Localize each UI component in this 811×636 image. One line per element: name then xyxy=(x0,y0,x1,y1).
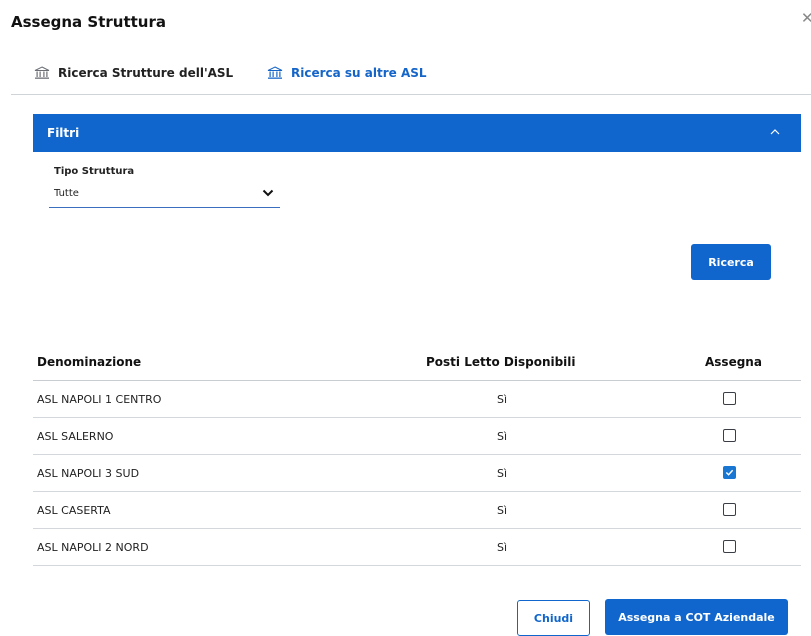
tabs-bar: Ricerca Strutture dell'ASL Ricerca su al… xyxy=(0,63,811,85)
institution-icon xyxy=(267,66,283,79)
cell-posti-letto: Sì xyxy=(497,541,508,554)
assign-checkbox[interactable] xyxy=(723,466,736,479)
cell-denominazione: ASL NAPOLI 1 CENTRO xyxy=(37,393,162,406)
tipo-struttura-select[interactable]: Tutte xyxy=(49,183,280,208)
structures-table: Denominazione Posti Letto Disponibili As… xyxy=(33,344,801,566)
cell-posti-letto: Sì xyxy=(497,467,508,480)
select-value: Tutte xyxy=(54,188,79,199)
column-header-assegna: Assegna xyxy=(705,355,762,369)
tabs-divider xyxy=(11,94,811,95)
table-row: ASL NAPOLI 3 SUD Sì xyxy=(33,455,801,492)
assign-checkbox[interactable] xyxy=(723,429,736,442)
column-header-denominazione: Denominazione xyxy=(37,355,142,369)
close-icon[interactable]: ✕ xyxy=(801,11,811,26)
close-button[interactable]: Chiudi xyxy=(517,600,590,636)
cell-posti-letto: Sì xyxy=(497,504,508,517)
assign-checkbox[interactable] xyxy=(723,392,736,405)
tab-altre-asl[interactable]: Ricerca su altre ASL xyxy=(267,63,427,83)
cell-denominazione: ASL SALERNO xyxy=(37,430,114,443)
cell-denominazione: ASL CASERTA xyxy=(37,504,111,517)
cell-posti-letto: Sì xyxy=(497,393,508,406)
cell-denominazione: ASL NAPOLI 3 SUD xyxy=(37,467,140,480)
filters-title: Filtri xyxy=(47,126,80,140)
table-row: ASL NAPOLI 2 NORD Sì xyxy=(33,529,801,566)
assign-cot-button[interactable]: Assegna a COT Aziendale xyxy=(605,599,788,635)
tipo-struttura-label: Tipo Struttura xyxy=(54,166,135,177)
tab-label: Ricerca su altre ASL xyxy=(291,66,427,80)
chevron-up-icon[interactable] xyxy=(769,126,781,138)
column-header-posti-letto: Posti Letto Disponibili xyxy=(426,355,576,369)
filters-panel-header[interactable]: Filtri xyxy=(33,114,801,152)
tab-strutture-asl[interactable]: Ricerca Strutture dell'ASL xyxy=(34,63,233,83)
cell-posti-letto: Sì xyxy=(497,430,508,443)
table-row: ASL SALERNO Sì xyxy=(33,418,801,455)
table-row: ASL NAPOLI 1 CENTRO Sì xyxy=(33,381,801,418)
table-header: Denominazione Posti Letto Disponibili As… xyxy=(33,344,801,381)
check-icon xyxy=(725,469,734,476)
assign-checkbox[interactable] xyxy=(723,540,736,553)
search-button[interactable]: Ricerca xyxy=(691,244,771,280)
tab-label: Ricerca Strutture dell'ASL xyxy=(58,66,234,80)
table-row: ASL CASERTA Sì xyxy=(33,492,801,529)
dialog-title: Assegna Struttura xyxy=(11,13,166,31)
institution-icon xyxy=(34,66,50,79)
chevron-down-icon xyxy=(262,189,274,197)
assign-checkbox[interactable] xyxy=(723,503,736,516)
cell-denominazione: ASL NAPOLI 2 NORD xyxy=(37,541,149,554)
